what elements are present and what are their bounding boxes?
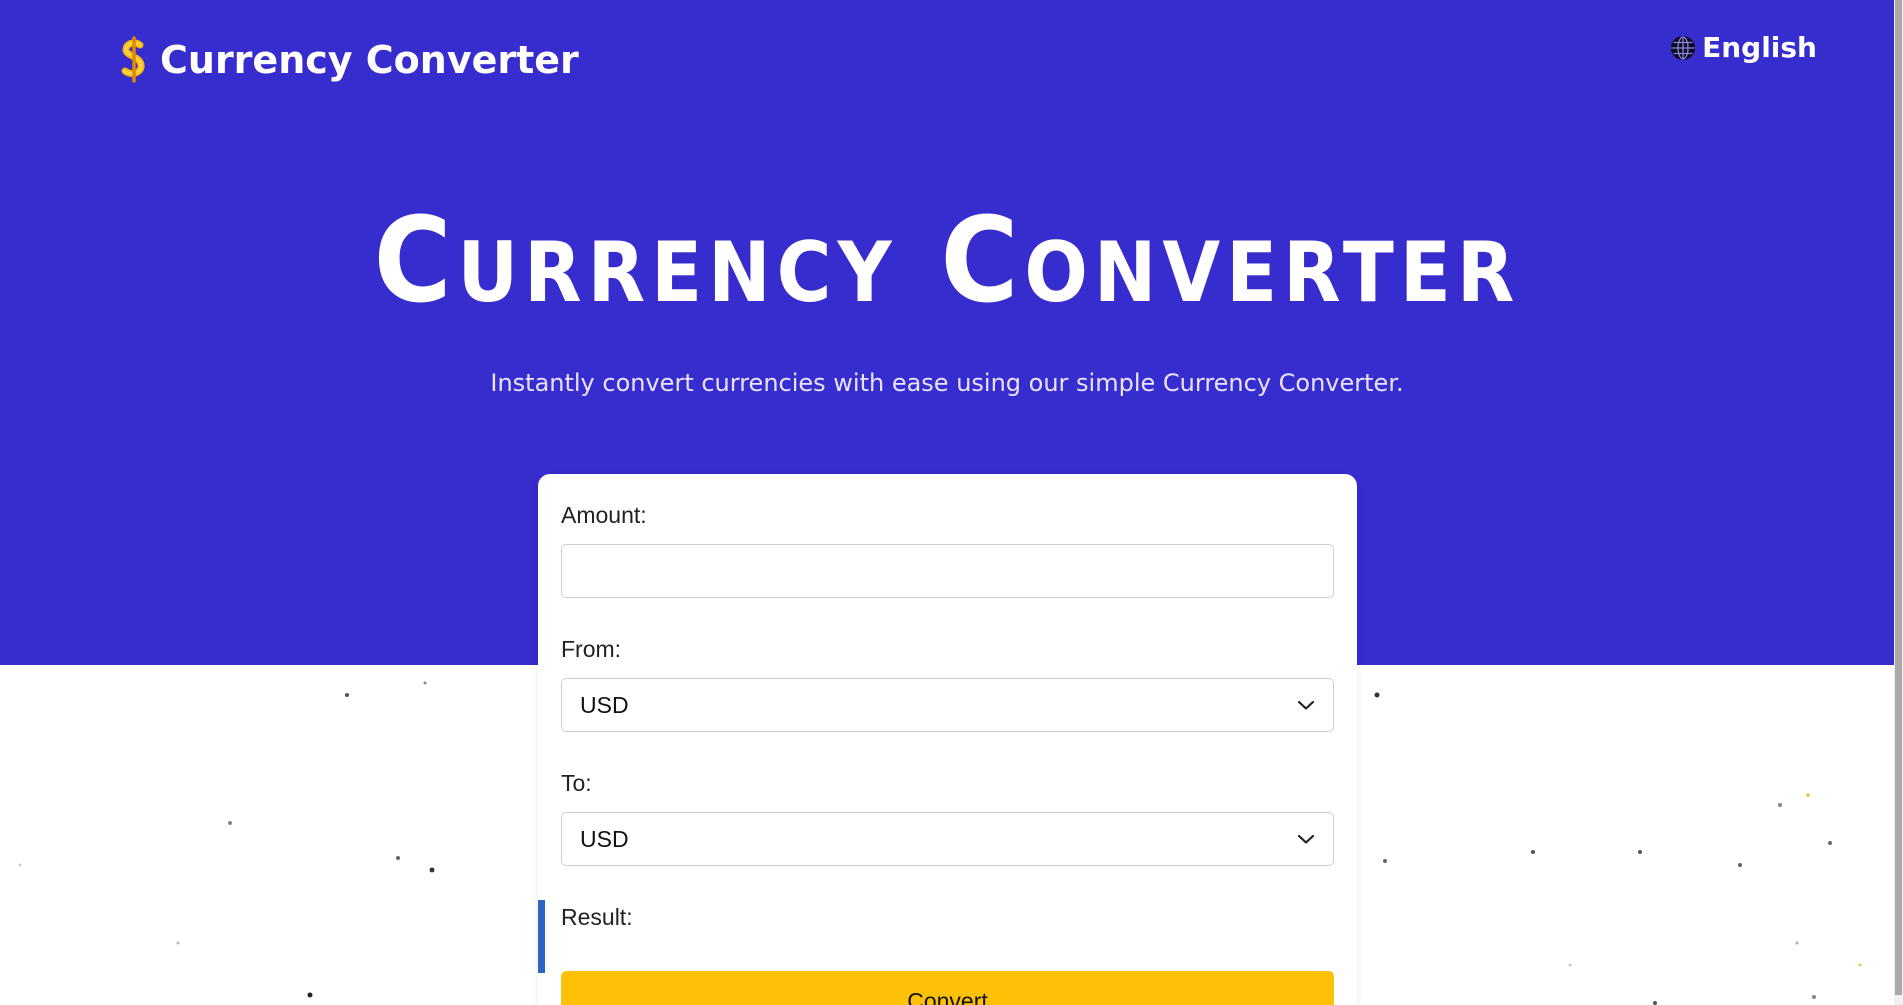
to-label: To: xyxy=(561,770,592,796)
brand-name: Currency Converter xyxy=(160,38,579,82)
page-title: Currency Converter xyxy=(373,191,1521,329)
chevron-down-icon xyxy=(1297,700,1315,710)
language-selector[interactable]: English xyxy=(1670,30,1817,66)
converter-card: Amount: From: USD To: USD Result: Conver… xyxy=(538,474,1357,1005)
from-currency-value: USD xyxy=(580,692,629,718)
convert-button[interactable]: Convert xyxy=(561,971,1334,1005)
chevron-down-icon xyxy=(1297,834,1315,844)
globe-icon xyxy=(1671,36,1696,60)
amount-label: Amount: xyxy=(561,502,647,528)
language-label: English xyxy=(1702,31,1817,64)
brand[interactable]: Currency Converter xyxy=(118,36,579,84)
from-currency-select[interactable]: USD xyxy=(561,678,1334,732)
from-label: From: xyxy=(561,636,622,662)
to-currency-value: USD xyxy=(580,826,629,852)
page: Currency Converter English Currency Conv… xyxy=(0,0,1903,1005)
amount-input[interactable] xyxy=(561,544,1334,598)
result-label: Result: xyxy=(561,904,633,930)
scrollbar-thumb[interactable] xyxy=(1895,0,1902,995)
result-accent-bar xyxy=(538,900,545,973)
page-subtitle: Instantly convert currencies with ease u… xyxy=(490,369,1404,397)
dollar-sign-icon xyxy=(121,36,145,83)
scrollbar[interactable] xyxy=(1894,0,1903,1005)
to-currency-select[interactable]: USD xyxy=(561,812,1334,866)
